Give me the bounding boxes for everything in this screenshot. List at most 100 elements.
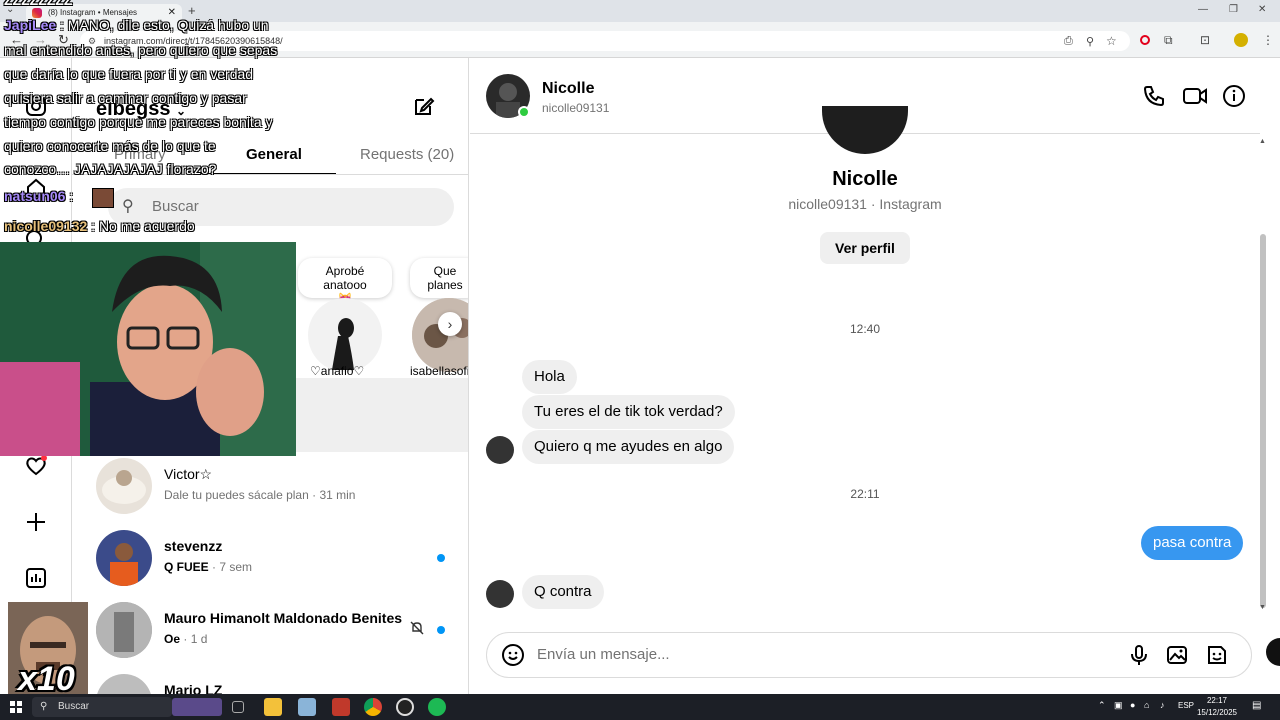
avatar — [96, 602, 152, 658]
timestamp: 12:40 — [849, 322, 881, 336]
game-app-icon[interactable] — [332, 698, 350, 716]
sticker-icon[interactable] — [1205, 643, 1229, 667]
windows-taskbar: ⚲ Buscar ⌃ ▣ ● ⌂ ♪ ESP 22:17 15/12/2025 … — [0, 694, 1280, 720]
avatar — [96, 530, 152, 586]
emoji-icon[interactable] — [501, 643, 525, 667]
phone-call-icon[interactable] — [1142, 84, 1166, 108]
chat-line: tiempo contigo porque me pareces bonita … — [4, 114, 273, 130]
message-bubble[interactable]: Tu eres el de tik tok verdad? — [522, 395, 735, 429]
conversation-name: Mauro Himanolt Maldonado Benites — [164, 610, 403, 626]
browser-menu-icon[interactable]: ⋮ — [1262, 33, 1274, 47]
message-bubble-outgoing[interactable]: pasa contra — [1141, 526, 1244, 560]
spotify-icon[interactable] — [428, 698, 446, 716]
tray-network-icon[interactable]: ⌂ — [1144, 700, 1149, 710]
profile-avatar-icon[interactable] — [1234, 33, 1248, 47]
scrollbar[interactable]: ▲ ▼ — [1258, 138, 1268, 618]
webcam-overlay — [0, 242, 296, 456]
tray-volume-icon[interactable]: ♪ — [1160, 700, 1165, 710]
windows-start-icon[interactable] — [10, 700, 22, 713]
tab-requests[interactable]: Requests (20) — [360, 146, 454, 163]
chat-line: conozco… JAJAJAJAJAJ florazo? — [4, 161, 217, 177]
chat-line: natsun06 : — [4, 188, 74, 204]
conversation-pane: Nicolle nicolle09131 Nicolle nicolle0913… — [470, 58, 1280, 694]
system-clock[interactable]: 22:17 15/12/2025 — [1196, 695, 1238, 719]
install-app-icon[interactable]: ⎙ — [1064, 35, 1073, 48]
microphone-icon[interactable] — [1127, 643, 1151, 667]
conversation-row[interactable]: Victor☆ Dale tu puedes sácale plan · 31 … — [72, 450, 468, 522]
note-bubble[interactable]: Aprobé anatooo 😻 — [298, 258, 392, 306]
avatar — [96, 674, 152, 694]
scroll-down-arrow-icon[interactable]: ▼ — [1259, 604, 1266, 611]
chat-line: que daría lo que fuera por ti y en verda… — [4, 66, 254, 82]
message-composer[interactable]: Envía un mensaje... — [486, 632, 1252, 678]
chevron-right-icon[interactable]: › — [438, 312, 462, 336]
note-avatar[interactable] — [308, 298, 382, 372]
note-avatar[interactable] — [412, 298, 468, 372]
tray-device-icon[interactable]: ▣ — [1114, 700, 1123, 711]
avatar — [96, 458, 152, 514]
note-username: isabellasofia — [410, 364, 468, 378]
video-call-icon[interactable] — [1182, 84, 1207, 108]
conversation-row[interactable]: Mario LZ — [72, 666, 468, 694]
widget-thumbnail-icon[interactable] — [172, 698, 222, 716]
view-profile-button[interactable]: Ver perfil — [820, 232, 910, 264]
extensions-icon[interactable]: ⧉ — [1164, 33, 1173, 48]
note-username: ♡anafio♡ — [310, 364, 365, 378]
sender-avatar[interactable] — [486, 580, 514, 608]
minimize-icon[interactable]: — — [1198, 4, 1208, 15]
chat-line: nicolle09132 : No me acuerdo — [4, 218, 195, 234]
stream-chat-overlay: ZZZZZZZZ JapiLee : MANO, dile esto, Quiz… — [0, 0, 320, 240]
restore-icon[interactable]: ❐ — [1229, 4, 1238, 15]
profile-name: Nicolle — [832, 168, 898, 190]
profile-picture — [822, 106, 908, 154]
message-input[interactable]: Envía un mensaje... — [537, 646, 670, 663]
create-plus-icon[interactable] — [24, 510, 48, 534]
conversation-row[interactable]: Mauro Himanolt Maldonado Benites Oe · 1 … — [72, 594, 468, 666]
info-icon[interactable] — [1222, 84, 1246, 108]
notes-app-icon[interactable] — [298, 698, 316, 716]
notifications-heart-icon[interactable] — [24, 454, 48, 478]
online-status-dot — [518, 106, 530, 118]
taskbar-search[interactable]: ⚲ Buscar — [32, 697, 172, 717]
task-view-icon[interactable] — [232, 701, 244, 713]
conversation-name: Mario LZ — [164, 682, 223, 694]
contact-handle: nicolle09131 — [542, 101, 610, 115]
clock-date: 15/12/2025 — [1196, 708, 1238, 717]
file-explorer-icon[interactable] — [264, 698, 282, 716]
heart-icon: ♡ — [353, 364, 365, 378]
close-window-icon[interactable]: ✕ — [1258, 4, 1266, 15]
notification-center-icon[interactable]: ▤ — [1252, 700, 1261, 711]
bookmark-star-icon[interactable]: ☆ — [1106, 34, 1117, 48]
floating-action-icon[interactable] — [1266, 638, 1280, 666]
scrollbar-thumb[interactable] — [1260, 234, 1266, 608]
tray-mic-icon[interactable]: ● — [1130, 700, 1135, 710]
unread-dot — [437, 626, 445, 634]
note-text: Que planes — [427, 264, 463, 292]
chrome-icon[interactable] — [364, 698, 382, 716]
note-bubble[interactable]: Que planes — [410, 258, 468, 298]
heart-icon: ♡ — [310, 364, 321, 378]
input-language[interactable]: ESP — [1178, 701, 1194, 710]
screenshot-icon[interactable]: ⊡ — [1200, 33, 1210, 47]
message-bubble[interactable]: Q contra — [522, 575, 604, 609]
taskbar-search-label: Buscar — [58, 701, 90, 712]
timestamp: 22:11 — [850, 487, 880, 501]
note-text: Aprobé anatooo — [323, 264, 367, 292]
chat-emote-image — [92, 188, 114, 208]
zoom-icon[interactable]: ⚲ — [1086, 35, 1094, 48]
scroll-up-arrow-icon[interactable]: ▲ — [1259, 138, 1266, 145]
conversation-row[interactable]: stevenzz Q FUEE · 7 sem — [72, 522, 468, 594]
chat-line: quiero conocerte más de lo que te — [4, 138, 216, 154]
sender-avatar[interactable] — [486, 436, 514, 464]
conversation-name: stevenzz — [164, 538, 223, 554]
contact-name[interactable]: Nicolle — [542, 80, 594, 98]
message-bubble[interactable]: Hola — [522, 360, 577, 394]
image-icon[interactable] — [1165, 643, 1189, 667]
conversation-preview: Q FUEE · 7 sem — [164, 560, 253, 574]
opera-icon[interactable] — [1140, 35, 1150, 45]
dashboard-chart-icon[interactable] — [24, 566, 48, 590]
message-bubble[interactable]: Quiero q me ayudes en algo — [522, 430, 735, 464]
obs-icon[interactable] — [396, 698, 414, 716]
new-message-icon[interactable] — [412, 94, 436, 118]
tray-chevron-up-icon[interactable]: ⌃ — [1098, 700, 1106, 711]
